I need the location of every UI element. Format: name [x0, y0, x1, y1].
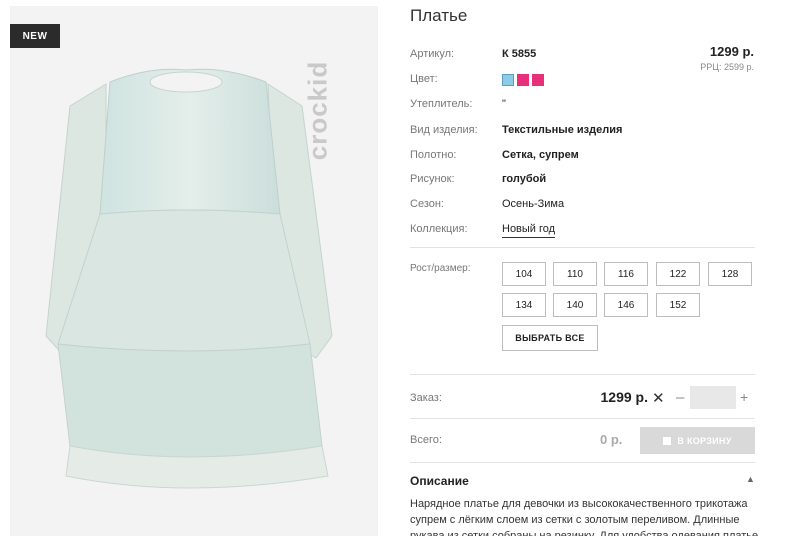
color-swatch-pink-2[interactable]	[532, 74, 544, 86]
attr-label-type: Вид изделия:	[410, 124, 478, 136]
cart-icon	[663, 436, 672, 445]
collapse-icon[interactable]: ▲	[746, 474, 755, 484]
attr-value-type: Текстильные изделия	[502, 124, 623, 136]
size-button-104[interactable]: 104	[502, 262, 546, 286]
collection-link[interactable]: Новый год	[502, 223, 556, 238]
size-button-146[interactable]: 146	[604, 293, 648, 317]
multiply-icon: ✕	[652, 390, 665, 407]
size-button-116[interactable]: 116	[604, 262, 648, 286]
size-label: Рост/размер:	[410, 263, 471, 274]
increase-quantity-button[interactable]: +	[740, 389, 748, 405]
attr-label-fabric: Полотно:	[410, 149, 457, 161]
attr-label-insulation: Утеплитель:	[410, 98, 473, 110]
size-button-152[interactable]: 152	[656, 293, 700, 317]
total-label: Всего:	[410, 434, 442, 446]
decrease-quantity-button[interactable]: –	[676, 389, 684, 406]
divider	[410, 462, 755, 463]
size-button-122[interactable]: 122	[656, 262, 700, 286]
attr-label-color: Цвет:	[410, 73, 438, 85]
order-label: Заказ:	[410, 392, 442, 404]
size-button-110[interactable]: 110	[553, 262, 597, 286]
order-price: 1299 р.	[600, 389, 648, 405]
attr-label-collection: Коллекция:	[410, 223, 468, 235]
rrp-price: РРЦ: 2599 р.	[700, 62, 754, 72]
divider	[410, 374, 755, 375]
size-button-140[interactable]: 140	[553, 293, 597, 317]
total-price: 0 р.	[600, 432, 623, 447]
attr-value-article: К 5855	[502, 48, 537, 60]
attr-value-season: Осень-Зима	[502, 198, 565, 210]
attr-label-article: Артикул:	[410, 48, 455, 60]
product-price: 1299 р.	[709, 44, 754, 59]
size-button-134[interactable]: 134	[502, 293, 546, 317]
product-title: Платье	[410, 6, 468, 25]
color-swatch-pink-1[interactable]	[517, 74, 529, 86]
color-swatch-blue[interactable]	[502, 74, 514, 86]
attr-value-pattern: голубой	[502, 173, 547, 185]
add-to-cart-button[interactable]: В КОРЗИНУ	[640, 427, 755, 454]
new-badge: NEW	[10, 24, 60, 48]
attr-value-insulation: "	[502, 98, 506, 110]
size-button-128[interactable]: 128	[708, 262, 752, 286]
description-title: Описание	[410, 474, 469, 488]
add-to-cart-label: В КОРЗИНУ	[677, 435, 732, 446]
divider	[410, 247, 755, 248]
divider	[410, 418, 755, 419]
select-all-button[interactable]: ВЫБРАТЬ ВСЕ	[502, 325, 598, 351]
brand-logo: crockid	[302, 60, 333, 161]
attr-label-season: Сезон:	[410, 198, 444, 210]
description-text: Нарядное платье для девочки из высококач…	[410, 498, 759, 536]
attr-value-fabric: Сетка, супрем	[502, 149, 579, 161]
quantity-input[interactable]	[690, 386, 736, 409]
attr-label-pattern: Рисунок:	[410, 173, 455, 185]
